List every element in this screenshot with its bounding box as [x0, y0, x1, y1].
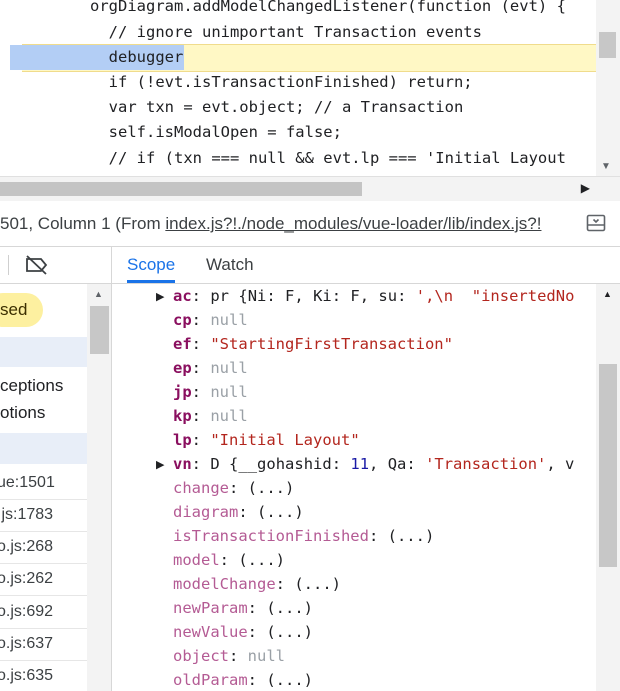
scope-accessor-change[interactable]: change: (...): [173, 476, 294, 500]
tab-scope[interactable]: Scope: [127, 247, 176, 283]
scroll-up-arrow-icon[interactable]: ▲: [603, 289, 612, 299]
editor-vertical-scrollbar[interactable]: ▼: [596, 0, 620, 176]
scrollbar-thumb[interactable]: [599, 364, 617, 567]
sidebar-toggle-icon[interactable]: [586, 213, 606, 233]
selected-debugger-statement: debugger: [10, 45, 185, 70]
pause-on-exceptions-checkbox-label[interactable]: ceptions: [0, 376, 63, 396]
call-frame-item[interactable]: .js:1783: [0, 499, 87, 532]
tab-watch[interactable]: Watch: [206, 247, 254, 283]
source-code-editor[interactable]: orgDiagram.addModelChangedListener(funct…: [0, 0, 620, 176]
scrollbar-thumb[interactable]: [599, 32, 616, 58]
code-line[interactable]: var txn = evt.object; // a Transaction: [90, 95, 464, 120]
scrollbar-thumb[interactable]: [0, 182, 362, 196]
pause-on-caught-exceptions-checkbox-label[interactable]: otions: [0, 403, 45, 423]
scope-watch-tabs: Scope Watch: [112, 247, 620, 284]
code-line-debugger[interactable]: debugger: [10, 45, 185, 70]
scope-property-vn[interactable]: vn: D {__gohashid: 11, Qa: 'Transaction'…: [173, 452, 574, 476]
scroll-right-arrow-icon[interactable]: ▶: [581, 181, 590, 195]
scope-tree: ac: pr {Ni: F, Ki: F, su: ',\n "inserted…: [112, 284, 596, 691]
scroll-up-arrow-icon[interactable]: ▲: [94, 289, 103, 299]
code-line[interactable]: orgDiagram.addModelChangedListener(funct…: [90, 0, 566, 19]
expand-arrow-icon[interactable]: ▶: [156, 290, 164, 303]
scope-panel: Scope Watch ac: pr {Ni: F, Ki: F, su: ',…: [112, 247, 620, 691]
scope-property-jp[interactable]: jp: null: [173, 380, 248, 404]
source-map-link[interactable]: index.js?!./node_modules/vue-loader/lib/…: [165, 214, 541, 233]
scope-property-ep[interactable]: ep: null: [173, 356, 248, 380]
call-frame-item[interactable]: o.js:268: [0, 531, 87, 564]
code-line[interactable]: if (!evt.isTransactionFinished) return;: [90, 70, 473, 95]
scope-accessor-object[interactable]: object: null: [173, 644, 285, 668]
toolbar-divider: [8, 255, 9, 275]
scope-accessor-newParam[interactable]: newParam: (...): [173, 596, 313, 620]
debugger-sidebar: sed ceptions otions ue:1501 .js:1783 o.j…: [0, 247, 112, 691]
code-line[interactable]: // if (txn === null && evt.lp === 'Initi…: [90, 146, 566, 171]
scope-scrollbar[interactable]: ▲: [596, 284, 620, 691]
editor-status-bar: 501, Column 1 (From index.js?!./node_mod…: [0, 201, 620, 247]
scope-accessor-diagram[interactable]: diagram: (...): [173, 500, 304, 524]
scope-accessor-newValue[interactable]: newValue: (...): [173, 620, 313, 644]
scrollbar-thumb[interactable]: [90, 306, 109, 354]
code-line[interactable]: // ignore unimportant Transaction events: [90, 20, 482, 45]
paused-status-badge: sed: [0, 293, 44, 327]
expand-arrow-icon[interactable]: ▶: [156, 458, 164, 471]
section-header-band[interactable]: [0, 337, 87, 367]
code-line[interactable]: self.isModalOpen = false;: [90, 120, 342, 145]
call-frame-item[interactable]: o.js:262: [0, 563, 87, 596]
scroll-down-arrow-icon[interactable]: ▼: [601, 161, 611, 172]
scope-accessor-model[interactable]: model: (...): [173, 548, 285, 572]
call-frame-item[interactable]: o.js:635: [0, 660, 87, 691]
scope-property-cp[interactable]: cp: null: [173, 308, 248, 332]
scope-property-lp[interactable]: lp: "Initial Layout": [173, 428, 360, 452]
scope-property-kp[interactable]: kp: null: [173, 404, 248, 428]
deactivate-breakpoints-icon[interactable]: [24, 254, 50, 276]
call-frame-item[interactable]: o.js:637: [0, 628, 87, 661]
call-frame-item[interactable]: ue:1501: [0, 467, 87, 500]
call-stack-header[interactable]: [0, 433, 87, 464]
scope-accessor-isTransactionFinished[interactable]: isTransactionFinished: (...): [173, 524, 434, 548]
call-frame-item[interactable]: o.js:692: [0, 596, 87, 629]
sidebar-scrollbar[interactable]: ▲: [87, 284, 111, 691]
editor-horizontal-scrollbar[interactable]: ▶: [0, 176, 620, 201]
scope-property-ef[interactable]: ef: "StartingFirstTransaction": [173, 332, 453, 356]
scope-accessor-modelChange[interactable]: modelChange: (...): [173, 572, 341, 596]
scope-accessor-oldParam[interactable]: oldParam: (...): [173, 668, 313, 691]
cursor-position-text: 501, Column 1 (From index.js?!./node_mod…: [0, 214, 542, 233]
scope-property-ac[interactable]: ac: pr {Ni: F, Ki: F, su: ',\n "inserted…: [173, 284, 574, 308]
debugger-toolbar: [0, 247, 111, 284]
